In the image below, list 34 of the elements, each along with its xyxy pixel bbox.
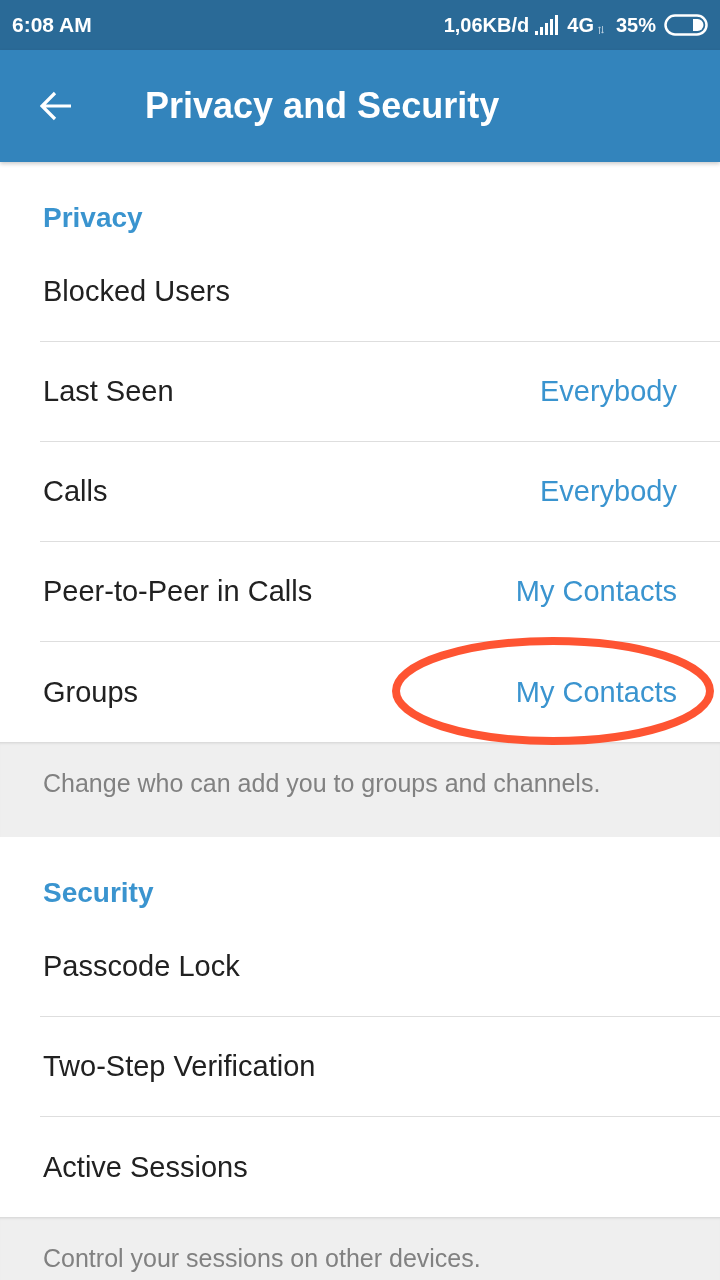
network-type: 4G xyxy=(567,13,594,37)
network-speed: 1,06KB/d xyxy=(443,13,530,37)
section-header: Security xyxy=(43,877,154,908)
row-value: My Contacts xyxy=(515,575,677,608)
row-value: My Contacts xyxy=(515,675,677,709)
row-value: Everybody xyxy=(540,375,677,408)
footer-text: Change who can add you to groups and channels. xyxy=(43,769,601,797)
screen-title: Privacy and Security xyxy=(145,85,500,127)
row-value: Everybody xyxy=(540,475,677,508)
settings-row[interactable]: Two-Step Verification xyxy=(40,1017,720,1117)
row-label: Blocked Users xyxy=(43,275,230,308)
settings-row[interactable]: Blocked Users xyxy=(40,242,720,342)
settings-row[interactable]: Passcode Lock xyxy=(40,917,720,1017)
battery-percent: 35% xyxy=(615,13,656,37)
settings-row[interactable]: Active Sessions xyxy=(40,1117,720,1217)
signal-icon xyxy=(535,15,560,35)
back-arrow-icon xyxy=(40,91,72,121)
section-header: Privacy xyxy=(43,202,143,233)
row-label: Last Seen xyxy=(43,375,174,408)
settings-row[interactable]: Last Seen Everybody xyxy=(40,342,720,442)
status-time: 6:08 AM xyxy=(12,13,92,37)
footer-text: Control your sessions on other devices. xyxy=(43,1244,481,1272)
row-label: Two-Step Verification xyxy=(43,1050,316,1083)
settings-row[interactable]: Groups My Contacts xyxy=(40,642,720,742)
settings-row[interactable]: Peer-to-Peer in Calls My Contacts xyxy=(40,542,720,642)
row-label: Passcode Lock xyxy=(43,950,240,983)
settings-row[interactable]: Calls Everybody xyxy=(40,442,720,542)
row-label: Active Sessions xyxy=(43,1150,248,1184)
battery-icon xyxy=(664,14,708,36)
row-label: Peer-to-Peer in Calls xyxy=(43,575,313,608)
row-label: Groups xyxy=(43,675,139,709)
back-button[interactable] xyxy=(40,91,72,121)
data-arrows-icon xyxy=(597,26,604,34)
row-label: Calls xyxy=(43,475,108,508)
